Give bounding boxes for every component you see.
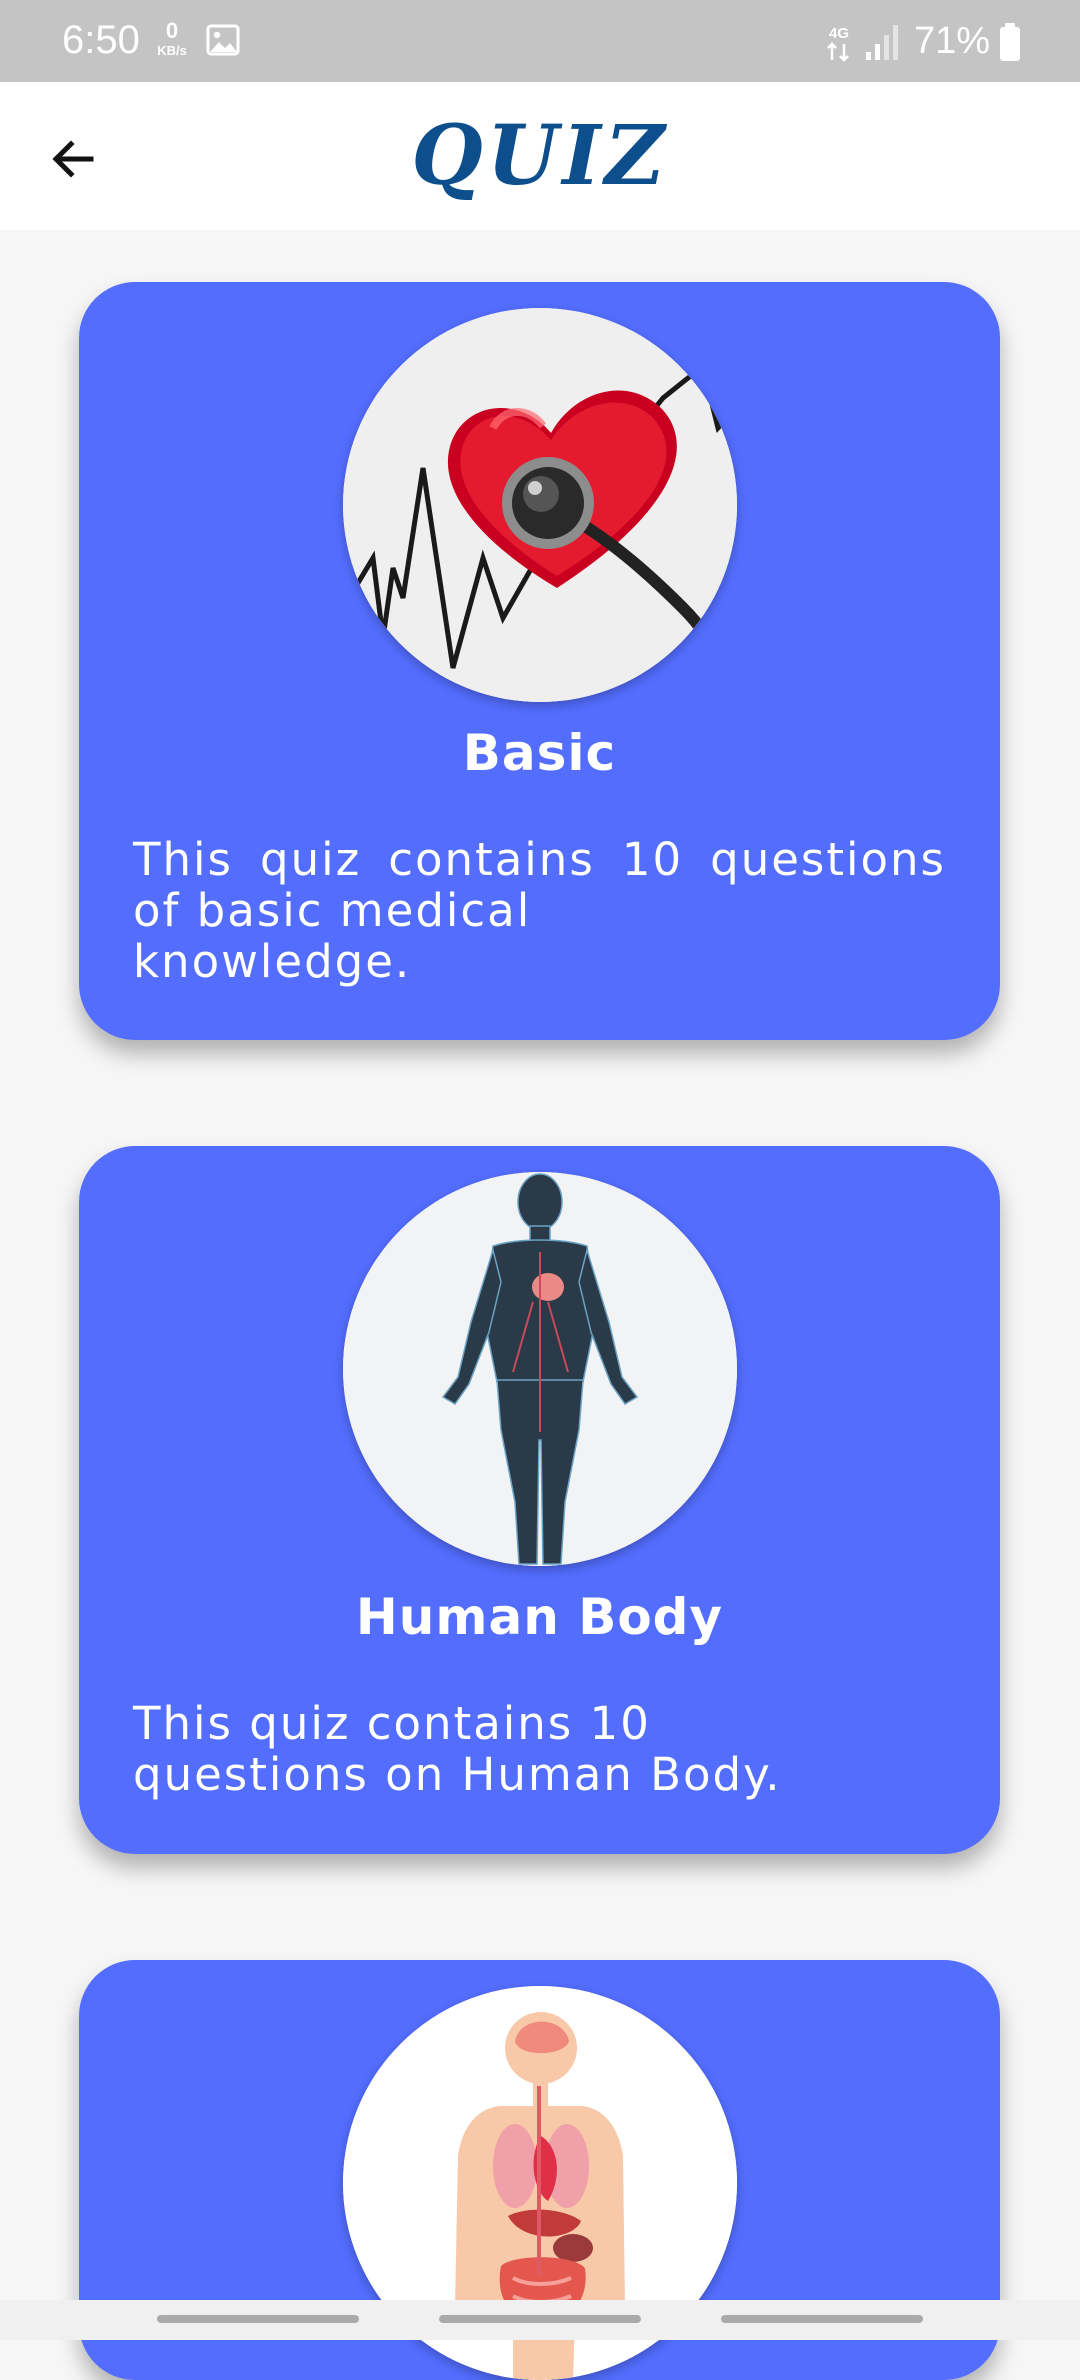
- heart-stethoscope-image: [343, 308, 737, 702]
- page-title: QUIZ: [411, 108, 669, 204]
- quiz-card-human-body[interactable]: Human Body This quiz contains 10 question…: [79, 1146, 1000, 1854]
- nav-recents-button[interactable]: [157, 2315, 359, 2323]
- human-body-image: [343, 1172, 737, 1566]
- network-type-label: 4G: [829, 25, 849, 42]
- quiz-description-line: This quiz contains 10: [133, 1697, 651, 1750]
- quiz-description-line: knowledge.: [133, 935, 412, 988]
- quiz-description-line: This quiz contains 10 questions of basic…: [133, 833, 946, 937]
- nav-home-button[interactable]: [439, 2315, 641, 2323]
- battery-icon: [1000, 23, 1020, 61]
- quiz-description: This quiz contains 10 questions on Human …: [133, 1698, 946, 1800]
- status-time: 6:50: [62, 18, 140, 62]
- network-type-icon: 4G: [827, 25, 849, 62]
- network-speed-unit: KB/s: [157, 43, 187, 58]
- signal-icon: [866, 25, 898, 60]
- quiz-description: This quiz contains 10 questions of basic…: [133, 834, 946, 987]
- quiz-card-basic[interactable]: Basic This quiz contains 10 questions of…: [79, 282, 1000, 1040]
- status-bar: 6:50 0 KB/s 4G 71%: [0, 0, 1080, 82]
- navigation-bar: [0, 2300, 1080, 2340]
- quiz-title: Basic: [462, 724, 617, 782]
- quiz-title: Human Body: [355, 1588, 724, 1646]
- network-speed-value: 0: [165, 18, 179, 43]
- battery-percent: 71%: [914, 20, 991, 62]
- app-bar: QUIZ: [0, 82, 1080, 230]
- network-speed: 0 KB/s: [152, 18, 192, 58]
- gallery-icon: [206, 24, 240, 56]
- nav-back-button[interactable]: [721, 2315, 923, 2323]
- quiz-description-line: questions on Human Body.: [133, 1748, 782, 1801]
